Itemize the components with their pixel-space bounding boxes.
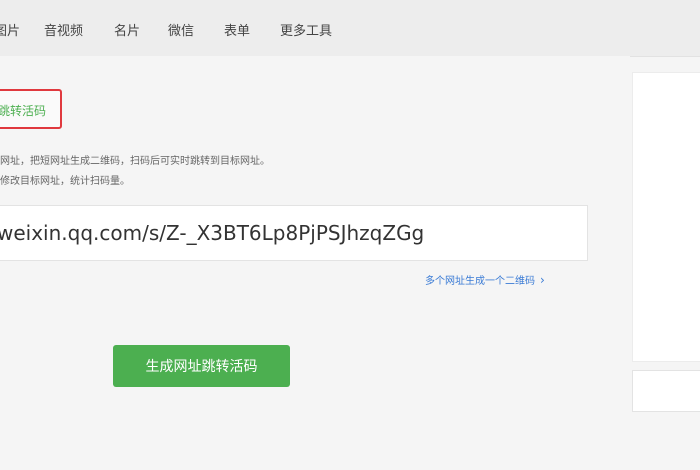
nav-item-audio-video[interactable]: 音视频 [44, 20, 83, 39]
url-input[interactable] [0, 205, 588, 261]
description-line-2: 修改目标网址，统计扫码量。 [0, 176, 130, 187]
nav-item-more-tools[interactable]: 更多工具 [280, 20, 332, 39]
right-panel [632, 72, 700, 362]
nav-item-wechat[interactable]: 微信 [168, 20, 194, 39]
right-input-box[interactable] [632, 370, 700, 412]
nav-item-image[interactable]: 图片 [0, 20, 20, 39]
chevron-right-icon: › [540, 272, 545, 287]
mode-tab-label: 跳转活码 [0, 104, 47, 118]
generate-button[interactable]: 生成网址跳转活码 [113, 345, 290, 387]
mode-tab-jump-code[interactable]: 跳转活码 [0, 89, 62, 129]
multi-url-link[interactable]: 多个网址生成一个二维码 › [425, 272, 545, 288]
nav-item-business-card[interactable]: 名片 [114, 20, 140, 39]
description-line-1: 网址，把短网址生成二维码，扫码后可实时跳转到目标网址。 [0, 156, 270, 167]
nav-item-form[interactable]: 表单 [224, 20, 250, 39]
top-navigation: 图片 音视频 名片 微信 表单 更多工具 [0, 0, 700, 57]
main-content [0, 56, 630, 470]
multi-url-link-label: 多个网址生成一个二维码 [425, 276, 535, 287]
